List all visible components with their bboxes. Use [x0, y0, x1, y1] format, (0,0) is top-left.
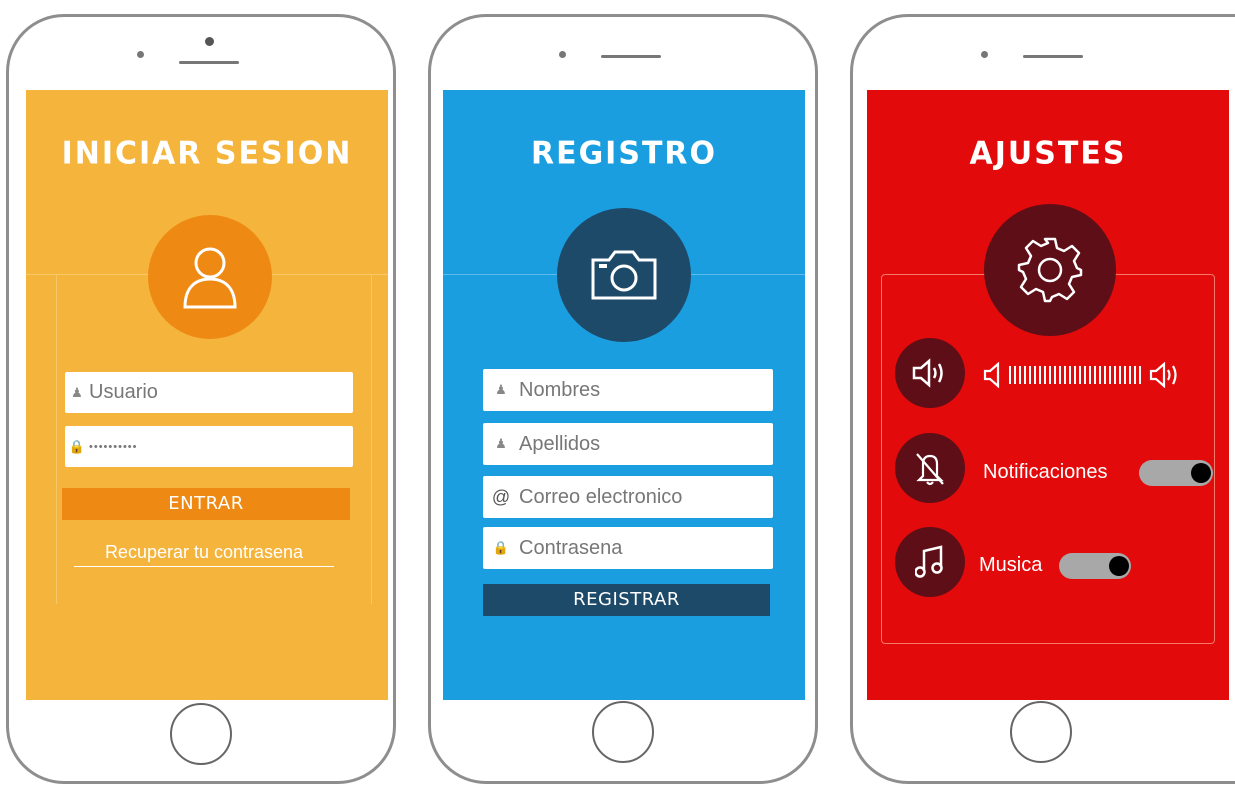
home-button[interactable]: [1010, 701, 1072, 763]
earpiece-speaker: [1023, 55, 1083, 58]
lock-icon: 🔒: [492, 540, 510, 555]
notifications-button[interactable]: [895, 433, 965, 503]
recover-password-link[interactable]: Recuperar tu contrasena: [74, 542, 334, 567]
gear-icon: [1017, 237, 1083, 303]
names-placeholder: Nombres: [519, 378, 601, 401]
user-avatar-circle: [148, 215, 272, 339]
surnames-input[interactable]: ♟ Apellidos: [483, 423, 773, 465]
surnames-placeholder: Apellidos: [519, 432, 601, 455]
username-input[interactable]: ♟ Usuario: [65, 372, 353, 413]
front-sensor: [205, 37, 214, 46]
speaker-mute-icon: [983, 362, 1000, 388]
lock-icon: 🔒: [68, 438, 86, 454]
music-button[interactable]: [895, 527, 965, 597]
music-label: Musica: [979, 554, 1043, 576]
register-button[interactable]: REGISTRAR: [483, 584, 770, 616]
phone-register: REGISTRO ♟ Nombres ♟ Apellidos @ Correo …: [428, 14, 818, 784]
home-button[interactable]: [592, 701, 654, 763]
login-screen: INICIAR SESION ♟ Usuario 🔒 •••••••••• EN…: [26, 90, 388, 700]
notifications-toggle[interactable]: [1139, 460, 1213, 486]
toggle-knob: [1191, 463, 1211, 483]
volume-track[interactable]: [1009, 366, 1143, 384]
volume-slider[interactable]: [983, 362, 1198, 388]
photo-circle[interactable]: [557, 208, 691, 342]
gear-circle: [984, 204, 1116, 336]
camera-icon: [591, 250, 657, 300]
login-title: INICIAR SESION: [61, 135, 353, 172]
login-button[interactable]: ENTRAR: [62, 488, 350, 520]
register-screen: REGISTRO ♟ Nombres ♟ Apellidos @ Correo …: [443, 90, 805, 700]
password-input[interactable]: 🔒 Contrasena: [483, 527, 773, 569]
music-toggle[interactable]: [1059, 553, 1131, 579]
user-small-icon: ♟: [495, 382, 507, 397]
front-camera: [981, 51, 988, 58]
user-small-icon: ♟: [495, 436, 507, 451]
speaker-icon: [912, 358, 943, 388]
notifications-label: Notificaciones: [983, 461, 1108, 483]
settings-screen: AJUSTES Notificaciones Musica: [867, 90, 1229, 700]
music-note-icon: [915, 545, 943, 578]
bell-off-icon: [916, 453, 944, 486]
phone-settings: AJUSTES Notificaciones Musica: [850, 14, 1235, 784]
volume-button[interactable]: [895, 338, 965, 408]
front-camera: [559, 51, 566, 58]
email-input[interactable]: @ Correo electronico: [483, 476, 773, 518]
earpiece-speaker: [601, 55, 661, 58]
phone-login: INICIAR SESION ♟ Usuario 🔒 •••••••••• EN…: [6, 14, 396, 784]
toggle-knob: [1109, 556, 1129, 576]
user-icon: [183, 247, 237, 309]
password-placeholder: Contrasena: [519, 536, 623, 559]
username-placeholder: Usuario: [89, 381, 158, 403]
earpiece-speaker: [179, 61, 239, 64]
front-camera: [137, 51, 144, 58]
names-input[interactable]: ♟ Nombres: [483, 369, 773, 411]
password-value: ••••••••••: [89, 440, 138, 453]
settings-title: AJUSTES: [969, 135, 1127, 172]
speaker-loud-icon: [1149, 362, 1177, 388]
email-placeholder: Correo electronico: [519, 485, 683, 508]
at-sign-icon: @: [491, 486, 511, 507]
home-button[interactable]: [170, 703, 232, 765]
user-small-icon: ♟: [71, 384, 83, 400]
password-input[interactable]: 🔒 ••••••••••: [65, 426, 353, 467]
register-title: REGISTRO: [530, 135, 718, 172]
